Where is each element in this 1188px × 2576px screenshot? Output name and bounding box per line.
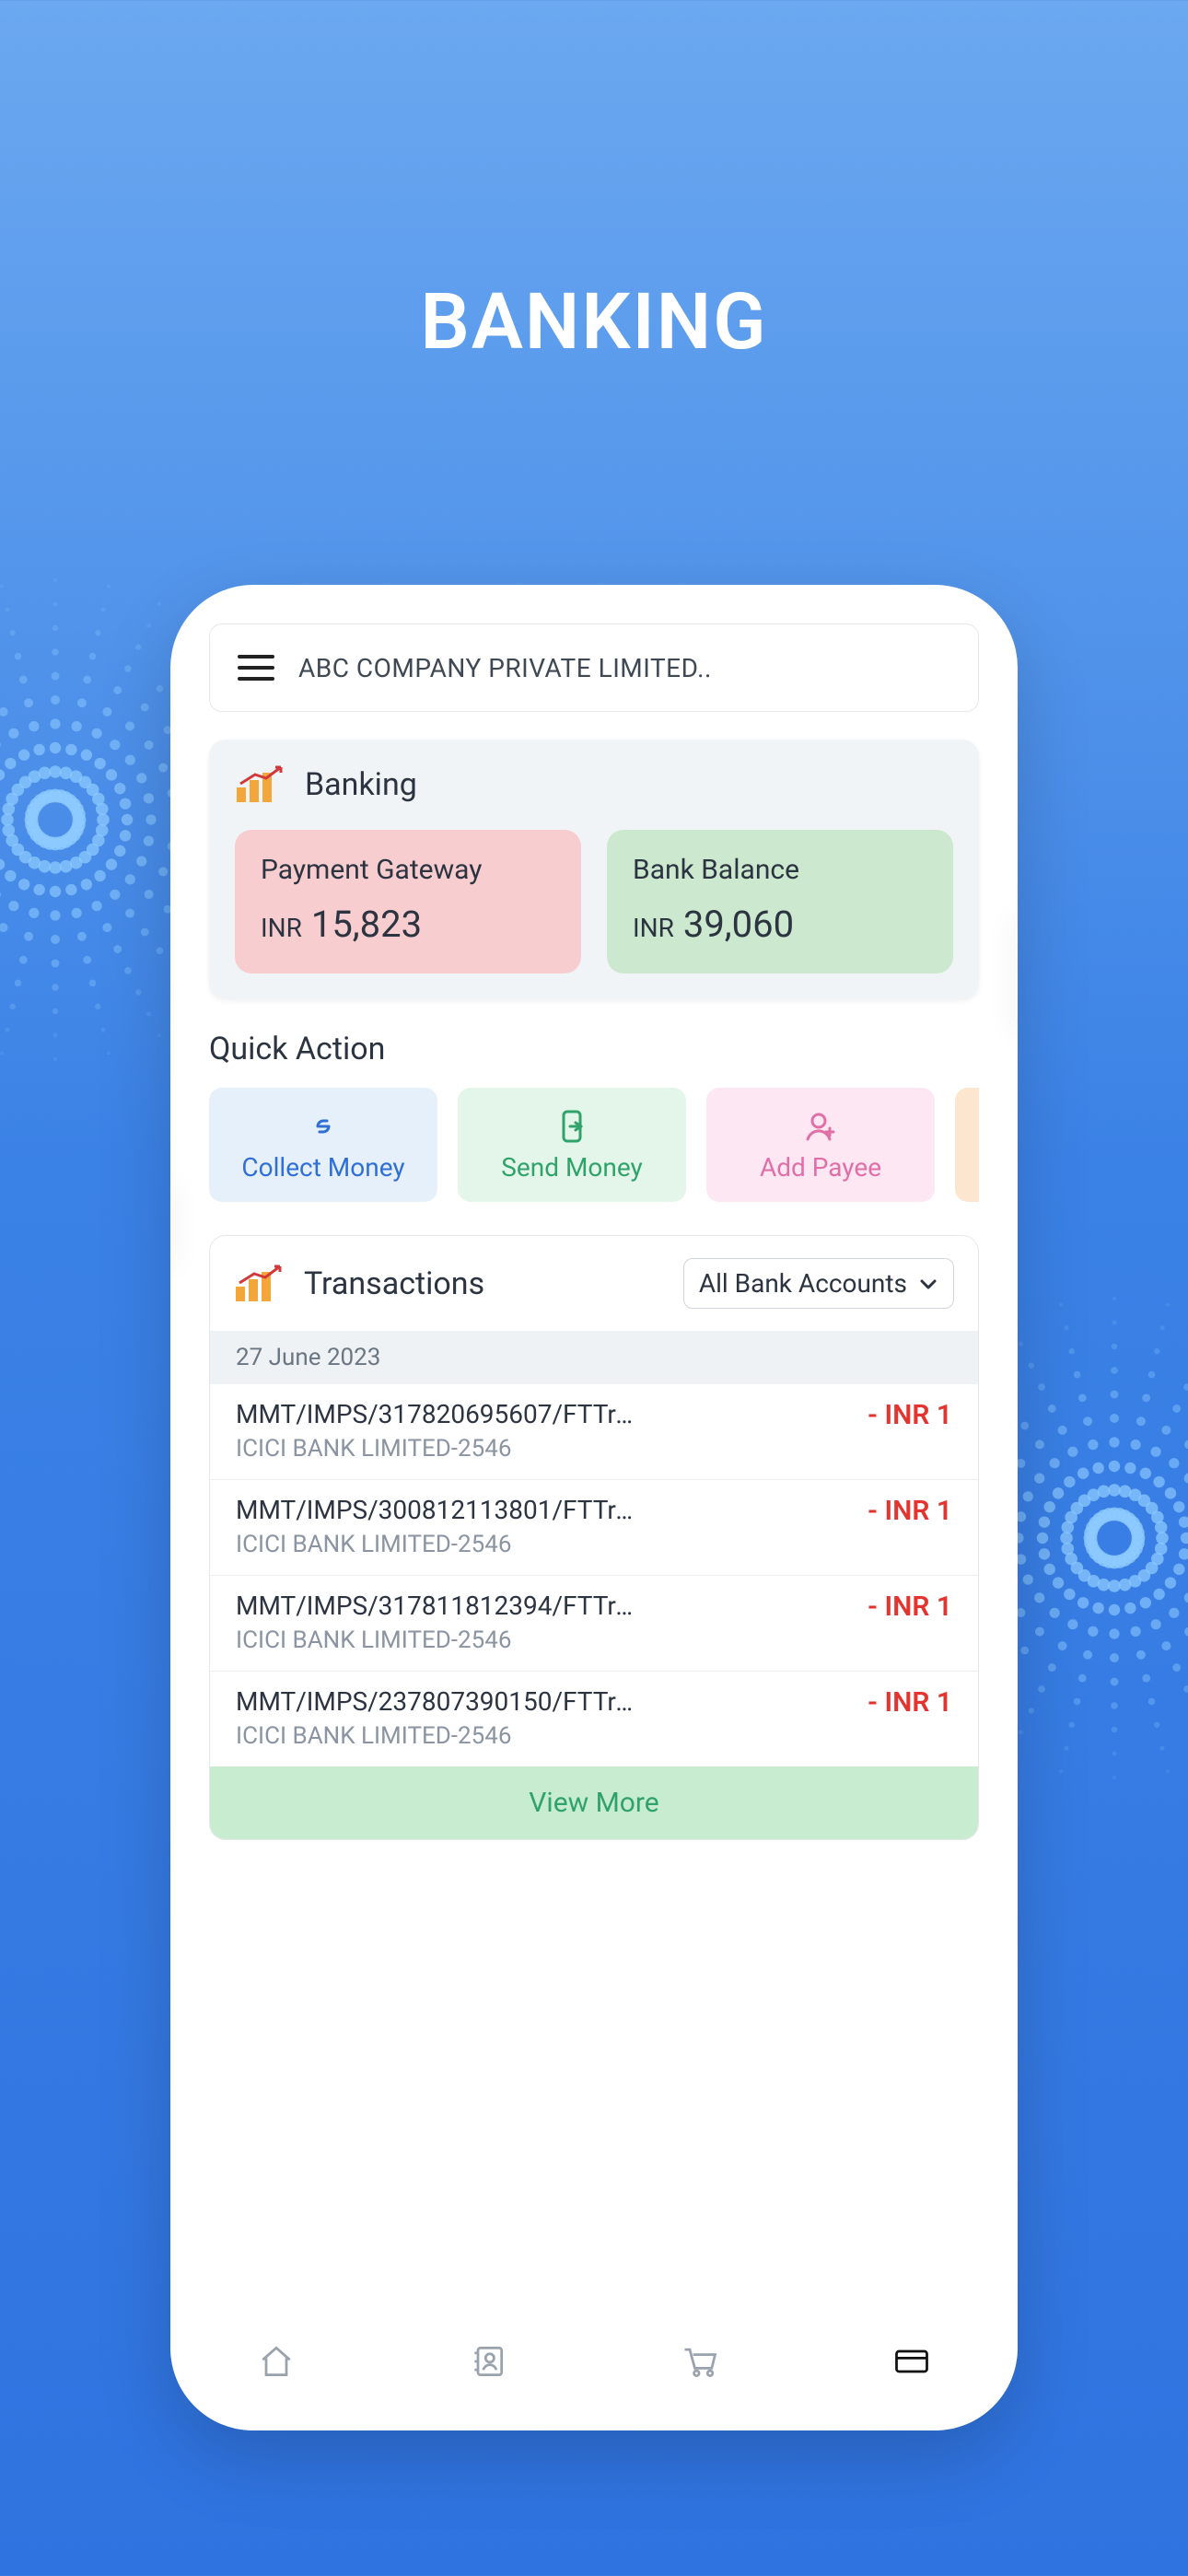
tx-desc: MMT/IMPS/317811812394/FTTran...: [236, 1591, 641, 1621]
tile-label: Payment Gateway: [261, 854, 555, 886]
quick-action-label: Send Money: [501, 1152, 642, 1183]
tile-amount: 15,823: [311, 903, 422, 946]
user-plus-icon: [802, 1108, 839, 1145]
chart-up-icon: [235, 765, 288, 804]
quick-action-send-money[interactable]: Send Money: [458, 1088, 686, 1202]
link-icon: [305, 1108, 342, 1145]
page-title: BANKING: [0, 276, 1188, 367]
menu-icon[interactable]: [238, 655, 274, 681]
quick-action-title: Quick Action: [209, 1031, 979, 1067]
tx-amount: - INR 1: [868, 1591, 952, 1654]
chevron-down-icon: [918, 1274, 938, 1294]
cart-icon: [680, 2341, 720, 2382]
banking-card: Banking Payment Gateway INR 15,823 Bank …: [209, 740, 979, 999]
tx-bank: ICICI BANK LIMITED-2546: [236, 1531, 641, 1558]
tx-amount: - INR 1: [868, 1495, 952, 1558]
quick-action-qr[interactable]: QR: [955, 1088, 979, 1202]
nav-contacts[interactable]: [462, 2336, 514, 2387]
tile-payment-gateway[interactable]: Payment Gateway INR 15,823: [235, 830, 581, 973]
company-name: ABC COMPANY PRIVATE LIMITED..: [298, 653, 712, 683]
tx-bank: ICICI BANK LIMITED-2546: [236, 1722, 641, 1750]
tile-bank-balance[interactable]: Bank Balance INR 39,060: [607, 830, 953, 973]
tile-currency: INR: [261, 913, 302, 943]
nav-home[interactable]: [250, 2336, 302, 2387]
card-icon: [891, 2341, 932, 2382]
tx-amount: - INR 1: [868, 1399, 952, 1463]
nav-banking[interactable]: [886, 2336, 938, 2387]
quick-action-add-payee[interactable]: Add Payee: [706, 1088, 935, 1202]
tile-currency: INR: [633, 913, 674, 943]
quick-action-label: Collect Money: [241, 1152, 404, 1183]
table-row[interactable]: MMT/IMPS/317811812394/FTTran... ICICI BAN…: [210, 1576, 978, 1672]
bottom-nav: [170, 2292, 1018, 2430]
nav-cart[interactable]: [674, 2336, 726, 2387]
quick-action-label: Add Payee: [760, 1152, 881, 1183]
transactions-title: Transactions: [304, 1265, 484, 1302]
contacts-icon: [468, 2341, 508, 2382]
table-row[interactable]: MMT/IMPS/237807390150/FTTran... ICICI BAN…: [210, 1672, 978, 1766]
view-more-button[interactable]: View More: [210, 1766, 978, 1839]
phone-arrow-icon: [553, 1108, 590, 1145]
chart-up-icon: [234, 1265, 287, 1303]
tx-desc: MMT/IMPS/237807390150/FTTran...: [236, 1686, 641, 1717]
tx-desc: MMT/IMPS/300812113801/FTTran...: [236, 1495, 641, 1525]
account-filter-select[interactable]: All Bank Accounts: [683, 1258, 954, 1309]
quick-action-collect-money[interactable]: Collect Money: [209, 1088, 437, 1202]
tile-amount: 39,060: [683, 903, 794, 946]
table-row[interactable]: MMT/IMPS/300812113801/FTTran... ICICI BAN…: [210, 1480, 978, 1576]
tx-amount: - INR 1: [868, 1686, 952, 1750]
table-row[interactable]: MMT/IMPS/317820695607/FTTran... ICICI BAN…: [210, 1384, 978, 1480]
tile-label: Bank Balance: [633, 854, 927, 886]
account-filter-value: All Bank Accounts: [699, 1268, 907, 1299]
home-icon: [256, 2341, 297, 2382]
quick-action-row: Collect Money Send Money Add Payee QR: [209, 1088, 979, 1202]
topbar: ABC COMPANY PRIVATE LIMITED..: [209, 624, 979, 712]
phone-frame: ABC COMPANY PRIVATE LIMITED.. Banking Pa…: [170, 585, 1018, 2430]
transactions-card: Transactions All Bank Accounts 27 June 2…: [209, 1235, 979, 1840]
tx-desc: MMT/IMPS/317820695607/FTTran...: [236, 1399, 641, 1429]
tx-bank: ICICI BANK LIMITED-2546: [236, 1435, 641, 1463]
banking-card-title: Banking: [305, 766, 417, 803]
transactions-date: 27 June 2023: [210, 1331, 978, 1384]
tx-bank: ICICI BANK LIMITED-2546: [236, 1626, 641, 1654]
